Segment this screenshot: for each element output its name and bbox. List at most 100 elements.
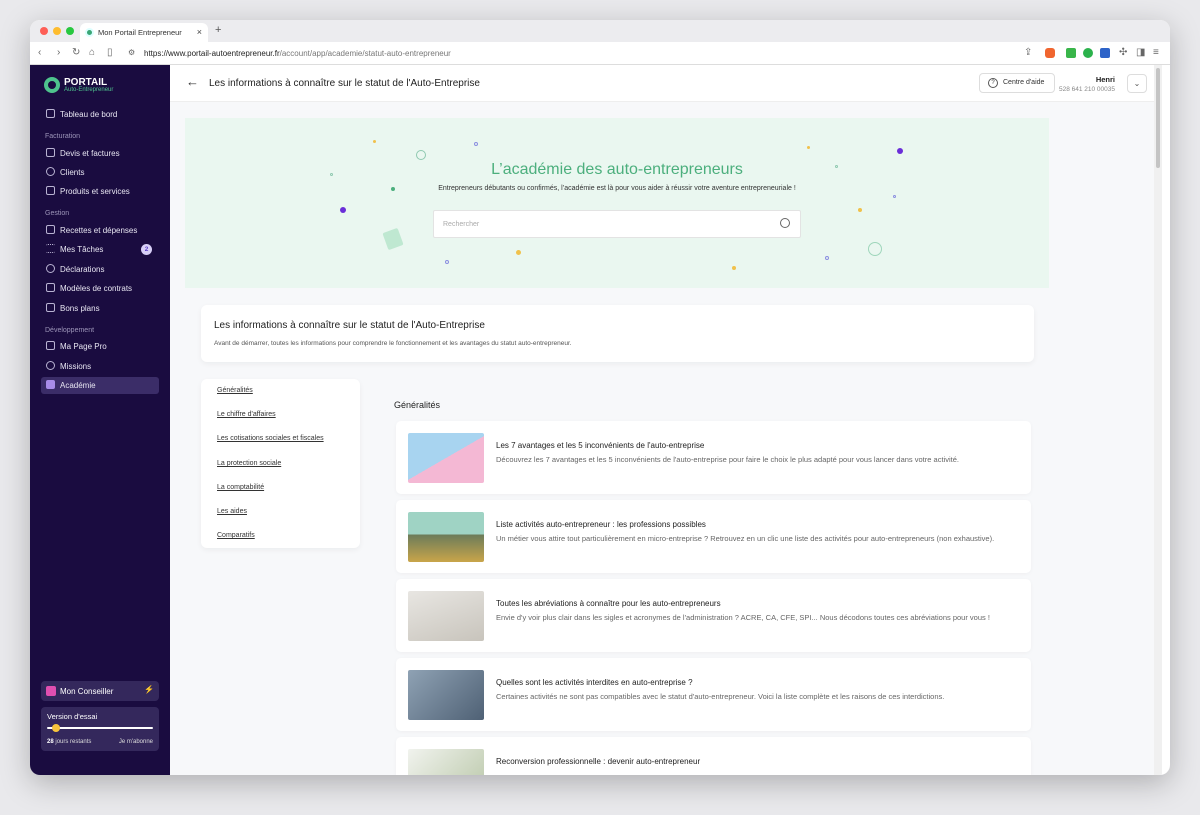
article-card[interactable]: Les 7 avantages et les 5 inconvénients d…: [396, 421, 1031, 494]
extension-icon[interactable]: [1066, 48, 1076, 58]
confetti-dot: [897, 148, 903, 154]
sidebar-item-dashboard[interactable]: Tableau de bord: [41, 106, 159, 123]
toc-link[interactable]: Comparatifs: [217, 532, 255, 539]
url-field[interactable]: https://www.portail-autoentrepreneur.fr/…: [144, 49, 451, 58]
laptop-icon: [46, 341, 55, 350]
close-window-button[interactable]: [40, 27, 48, 35]
bookmark-icon[interactable]: ▯: [107, 47, 113, 58]
confetti-dot: [445, 260, 449, 264]
confetti-dot: [893, 195, 896, 198]
chevron-down-icon: ⌄: [1133, 79, 1141, 88]
days-count: 28: [47, 739, 54, 745]
chat-icon: [46, 686, 56, 696]
intro-text: Avant de démarrer, toutes les informatio…: [214, 340, 572, 347]
confetti-dot: [516, 250, 521, 255]
help-center-button[interactable]: ? Centre d'aide: [979, 73, 1055, 93]
minimize-window-button[interactable]: [53, 27, 61, 35]
sidebar-item-recettes[interactable]: Recettes et dépenses: [41, 222, 159, 239]
sidebar-item-clients[interactable]: Clients: [41, 164, 159, 181]
article-description: Découvrez les 7 avantages et les 5 incon…: [496, 455, 959, 464]
euro-icon: [46, 264, 55, 273]
forward-icon[interactable]: ›: [57, 47, 60, 58]
sidebar-item-declarations[interactable]: Déclarations: [41, 261, 159, 278]
article-card[interactable]: Toutes les abréviations à connaître pour…: [396, 579, 1031, 652]
help-decor-icon: [868, 242, 882, 256]
sidebar-item-devis[interactable]: Devis et factures: [41, 145, 159, 162]
advisor-button[interactable]: Mon Conseiller ⚡: [41, 681, 159, 701]
confetti-dot: [732, 266, 736, 270]
sidebar-item-bons-plans[interactable]: Bons plans: [41, 300, 159, 317]
extensions-icon[interactable]: ✣: [1119, 47, 1127, 58]
logo-icon: [44, 77, 60, 93]
confetti-dot: [825, 256, 829, 260]
site-settings-icon[interactable]: ⚙: [128, 48, 135, 57]
share-icon[interactable]: ⇪: [1024, 47, 1032, 58]
subscribe-link[interactable]: Je m'abonne: [119, 739, 153, 745]
article-card[interactable]: Reconversion professionnelle : devenir a…: [396, 737, 1031, 775]
logo-subtitle: Auto-Entrepreneur: [64, 86, 114, 93]
toc-link[interactable]: Les aides: [217, 508, 247, 515]
article-thumbnail: [408, 670, 484, 720]
close-tab-icon[interactable]: ×: [197, 27, 202, 37]
search-icon[interactable]: [780, 218, 790, 228]
sidebar-item-label: Produits et services: [60, 187, 130, 196]
menu-icon[interactable]: ≡: [1153, 47, 1159, 58]
favicon-icon: [85, 28, 94, 37]
article-thumbnail: [408, 512, 484, 562]
trial-progress-bar: [47, 724, 153, 732]
sidebar-item-page-pro[interactable]: Ma Page Pro: [41, 338, 159, 355]
back-icon[interactable]: ‹: [38, 47, 41, 58]
address-bar: ‹ › ↻ ⌂ ▯ ⚙ https://www.portail-autoentr…: [30, 42, 1170, 65]
logo-title: PORTAIL: [64, 76, 108, 88]
new-tab-button[interactable]: +: [215, 24, 221, 36]
section-facturation: Facturation: [45, 133, 81, 140]
sidebar-item-contrats[interactable]: Modèles de contrats: [41, 280, 159, 297]
article-card[interactable]: Quelles sont les activités interdites en…: [396, 658, 1031, 731]
academy-search-input[interactable]: Rechercher: [433, 210, 801, 238]
page-header: ← Les informations à connaître sur le st…: [170, 65, 1162, 102]
advisor-label: Mon Conseiller: [60, 687, 114, 696]
sidebar-item-label: Ma Page Pro: [60, 342, 107, 351]
sidebar-item-taches[interactable]: Mes Tâches 2: [41, 241, 159, 258]
academy-hero: L’académie des auto-entrepreneurs Entrep…: [185, 118, 1049, 288]
sidebar-item-label: Recettes et dépenses: [60, 226, 138, 235]
sidebar-item-produits[interactable]: Produits et services: [41, 183, 159, 200]
trial-panel: Version d'essai 28 jours restants Je m'a…: [41, 707, 159, 751]
scrollbar[interactable]: [1154, 65, 1162, 775]
toc-link[interactable]: Le chiffre d'affaires: [217, 411, 276, 418]
scrollbar-thumb[interactable]: [1156, 68, 1160, 168]
logo[interactable]: PORTAIL Auto-Entrepreneur: [44, 77, 113, 93]
toc-link[interactable]: La protection sociale: [217, 460, 281, 467]
user-menu-button[interactable]: ⌄: [1127, 74, 1147, 93]
tab-title: Mon Portail Entrepreneur: [98, 28, 182, 37]
extension-k-icon[interactable]: [1083, 48, 1093, 58]
toc-link[interactable]: Généralités: [217, 387, 253, 394]
maximize-window-button[interactable]: [66, 27, 74, 35]
reload-icon[interactable]: ↻: [72, 47, 80, 58]
sidebar-item-label: Académie: [60, 381, 96, 390]
brave-shield-icon[interactable]: [1045, 48, 1055, 58]
contract-icon: [46, 283, 55, 292]
sidebar-item-missions[interactable]: Missions: [41, 358, 159, 375]
toc-link[interactable]: Les cotisations sociales et fiscales: [217, 435, 324, 442]
document-icon: [46, 148, 55, 157]
home-icon[interactable]: ⌂: [89, 47, 95, 58]
intro-title: Les informations à connaître sur le stat…: [214, 320, 485, 331]
folder-icon: [46, 186, 55, 195]
extension-new-icon[interactable]: [1100, 48, 1110, 58]
article-card[interactable]: Liste activités auto-entrepreneur : les …: [396, 500, 1031, 573]
section-title: Généralités: [394, 400, 441, 410]
hero-title: L’académie des auto-entrepreneurs: [491, 161, 743, 178]
browser-tab[interactable]: Mon Portail Entrepreneur ×: [80, 23, 208, 42]
sidebar-item-academie[interactable]: Académie: [41, 377, 159, 394]
intro-card: Les informations à connaître sur le stat…: [201, 305, 1034, 362]
section-gestion: Gestion: [45, 210, 70, 217]
article-thumbnail: [408, 749, 484, 775]
table-of-contents: Généralités Le chiffre d'affaires Les co…: [201, 379, 360, 548]
sidebar-toggle-icon[interactable]: ◨: [1136, 47, 1145, 58]
toc-link[interactable]: La comptabilité: [217, 484, 264, 491]
back-arrow-icon[interactable]: ←: [186, 74, 199, 89]
confetti-dot: [807, 146, 810, 149]
confetti-dot: [858, 208, 862, 212]
trial-progress-knob: [52, 724, 61, 732]
